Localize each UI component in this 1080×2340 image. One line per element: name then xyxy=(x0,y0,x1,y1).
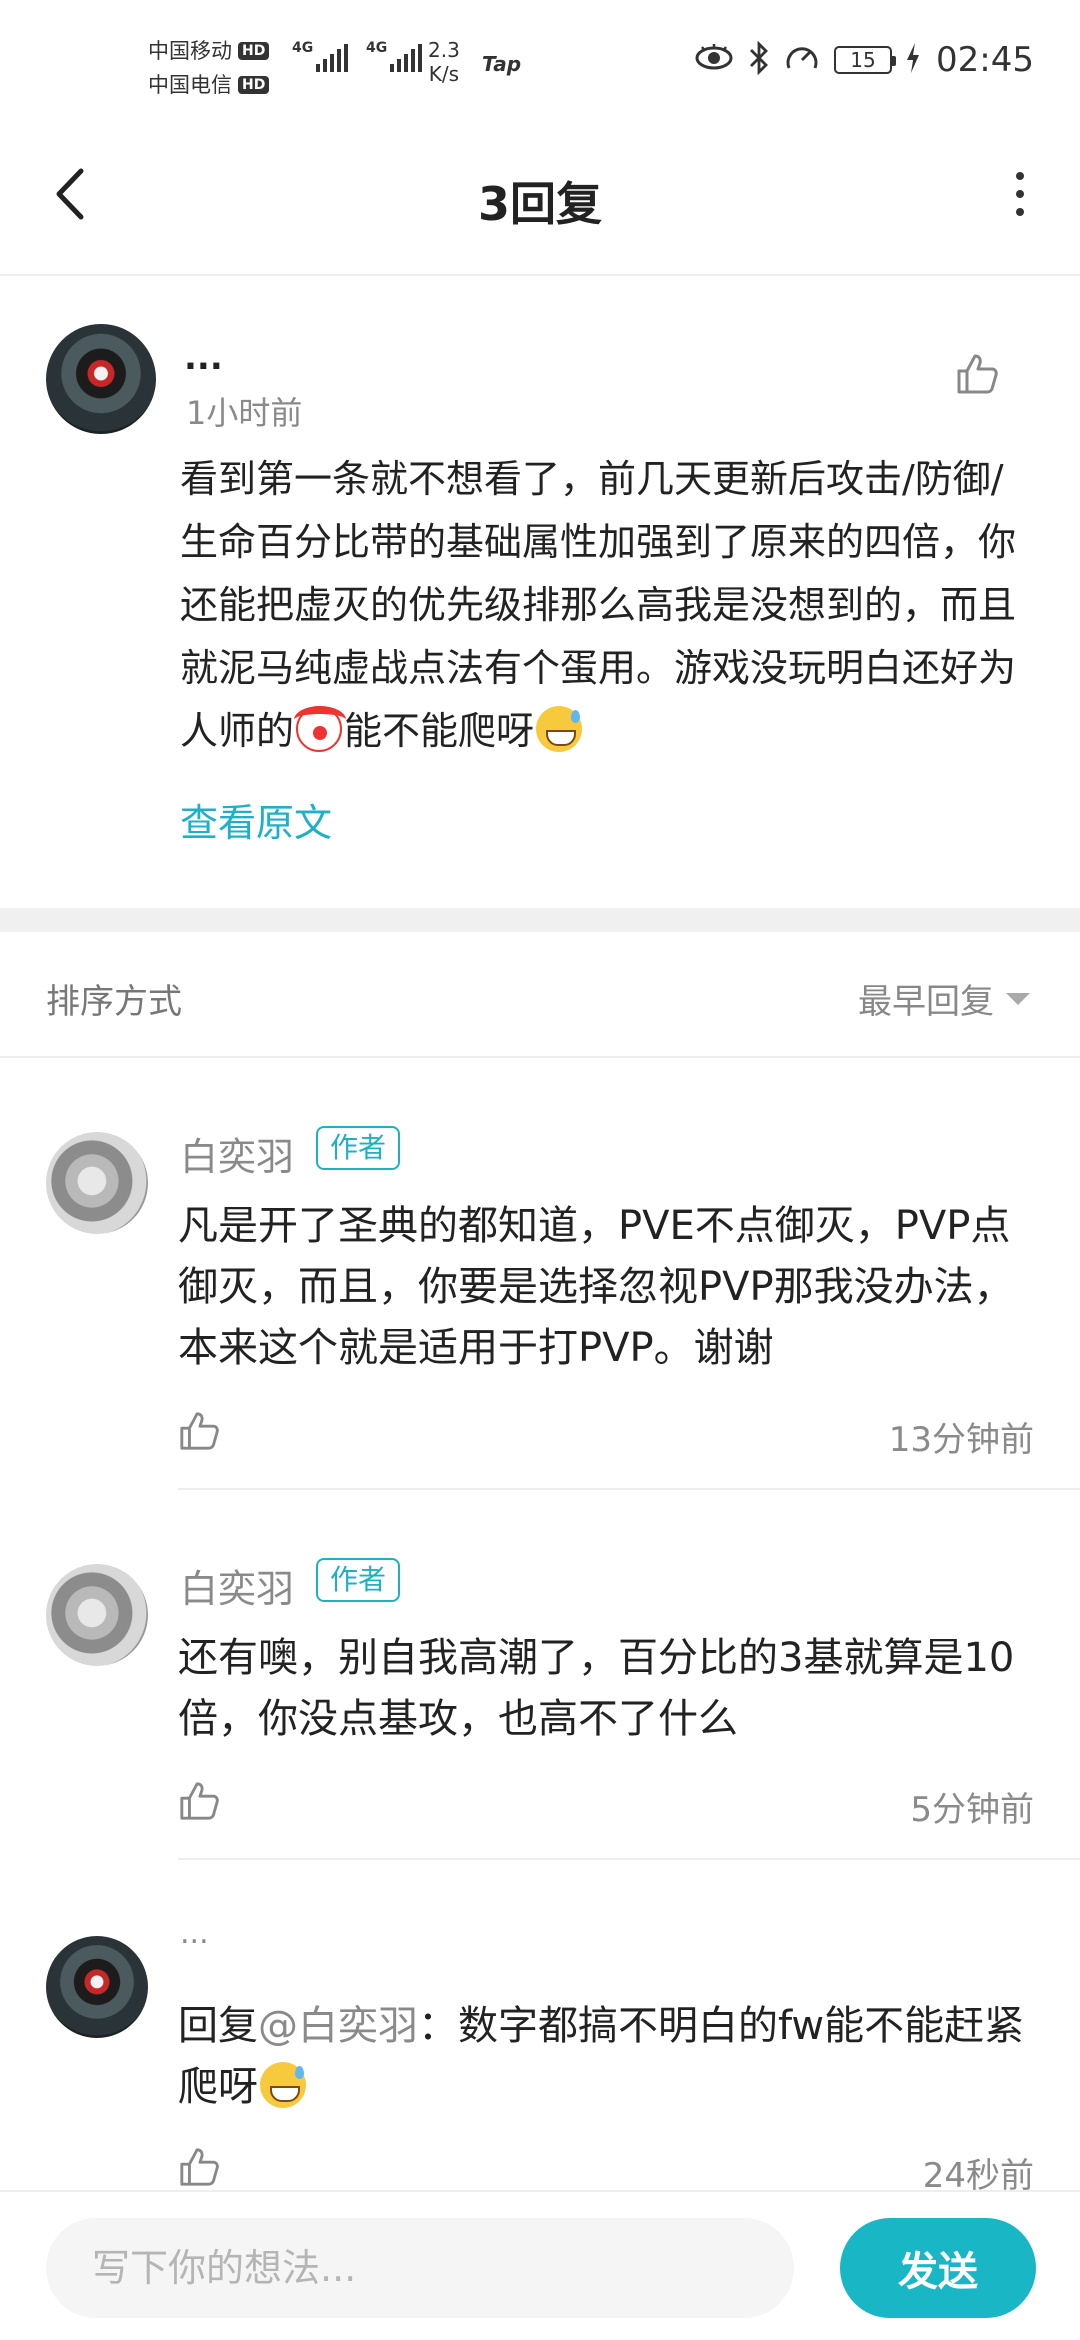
hd-badge: HD xyxy=(238,76,270,94)
more-vertical-icon xyxy=(1016,172,1024,180)
carrier-1: 中国移动 xyxy=(148,39,232,63)
reply-author[interactable]: ... xyxy=(180,1916,209,1951)
clown-emoji-icon xyxy=(294,706,347,752)
reply-author[interactable]: 白奕羽 xyxy=(180,1558,294,1613)
carrier-2: 中国电信 xyxy=(148,73,232,97)
reply-time: 13分钟前 xyxy=(888,1420,1034,1460)
nav-header: 3回复 xyxy=(0,130,1080,276)
network-speed: 2.3 K/s xyxy=(428,38,460,86)
caret-down-icon xyxy=(1006,992,1030,1005)
thumbs-up-icon xyxy=(180,1782,219,1820)
sweat-smile-emoji-icon xyxy=(536,706,583,752)
avatar[interactable] xyxy=(46,1132,148,1234)
reply-text: 还有噢，别自我高潮了，百分比的3基就算是10倍，你没点基攻，也高不了什么 xyxy=(178,1635,1015,1742)
avatar[interactable] xyxy=(46,1564,148,1666)
avatar[interactable] xyxy=(46,324,156,434)
comment-composer: 发送 xyxy=(0,2190,1080,2340)
page-title: 3回复 xyxy=(477,177,602,231)
comment-time: 1小时前 xyxy=(186,394,303,432)
like-button[interactable] xyxy=(178,1410,220,1456)
thumbs-up-icon xyxy=(180,1412,219,1450)
avatar[interactable] xyxy=(46,1936,148,2038)
carrier-info: 中国移动 HD 中国电信 HD xyxy=(148,34,270,102)
sort-dropdown[interactable]: 最早回复 xyxy=(858,974,1030,1023)
sort-label: 排序方式 xyxy=(46,982,182,1022)
like-button[interactable] xyxy=(178,1780,220,1826)
reply-time: 5分钟前 xyxy=(910,1790,1034,1830)
send-button[interactable]: 发送 xyxy=(840,2218,1036,2318)
comment-author[interactable]: ... xyxy=(184,338,223,378)
tap-notification-icon: Tap xyxy=(482,52,522,76)
hd-badge: HD xyxy=(238,42,270,60)
reply-item: 白奕羽 作者 凡是开了圣典的都知道，PVE不点御灭，PVP点御灭，而且，你要是选… xyxy=(0,1058,1080,1490)
sort-value: 最早回复 xyxy=(858,982,994,1022)
section-separator xyxy=(0,908,1080,932)
reply-author[interactable]: 白奕羽 xyxy=(180,1126,294,1181)
author-badge: 作者 xyxy=(316,1126,401,1170)
bluetooth-icon xyxy=(748,40,770,79)
reply-prefix: 回复 xyxy=(178,2003,258,2049)
thumbs-up-icon xyxy=(180,2148,219,2186)
network-type-1: 4G xyxy=(292,40,314,56)
mention-link[interactable]: @白奕羽 xyxy=(258,2003,418,2049)
original-comment: ... 1小时前 看到第一条就不想看了，前几天更新后攻击/防御/生命百分比带的基… xyxy=(0,278,1080,908)
like-button[interactable] xyxy=(955,352,999,400)
author-badge: 作者 xyxy=(316,1558,401,1602)
thumbs-up-icon xyxy=(957,354,998,394)
comment-content: 看到第一条就不想看了，前几天更新后攻击/防御/生命百分比带的基础属性加强到了原来… xyxy=(180,448,1040,763)
speed-unit: K/s xyxy=(428,62,460,86)
network-type-2: 4G xyxy=(366,40,388,56)
battery-icon: 15 xyxy=(834,46,897,74)
signal-1-icon: 4G xyxy=(292,40,348,72)
speedometer-icon xyxy=(784,42,820,78)
sort-bar: 排序方式 最早回复 xyxy=(0,932,1080,1058)
status-bar: 中国移动 HD 中国电信 HD 4G 4G 2.3 K/s Tap 15 02:45 xyxy=(0,0,1080,130)
reply-item: 白奕羽 作者 还有噢，别自我高潮了，百分比的3基就算是10倍，你没点基攻，也高不… xyxy=(0,1490,1080,1860)
charging-icon xyxy=(906,43,920,77)
reply-item: ... 回复@白奕羽：数字都搞不明白的fw能不能赶紧爬呀 24秒前 xyxy=(0,1860,1080,2196)
comment-input[interactable] xyxy=(46,2218,794,2318)
clock: 02:45 xyxy=(936,40,1034,80)
system-icons: 15 02:45 xyxy=(694,40,1034,80)
reply-text: 凡是开了圣典的都知道，PVE不点御灭，PVP点御灭，而且，你要是选择忽视PVP那… xyxy=(178,1203,1014,1371)
eye-icon xyxy=(694,44,734,76)
signal-2-icon: 4G xyxy=(366,40,422,72)
signal-indicators: 4G 4G xyxy=(292,40,422,72)
like-button[interactable] xyxy=(178,2146,220,2192)
view-original-link[interactable]: 查看原文 xyxy=(180,792,332,847)
reply-text: 回复@白奕羽：数字都搞不明白的fw能不能赶紧爬呀 xyxy=(178,1996,1038,2118)
speed-value: 2.3 xyxy=(428,38,460,62)
more-button[interactable] xyxy=(990,164,1050,224)
sweat-smile-emoji-icon xyxy=(260,2062,306,2108)
comment-text-tail: 能不能爬呀 xyxy=(344,709,535,753)
